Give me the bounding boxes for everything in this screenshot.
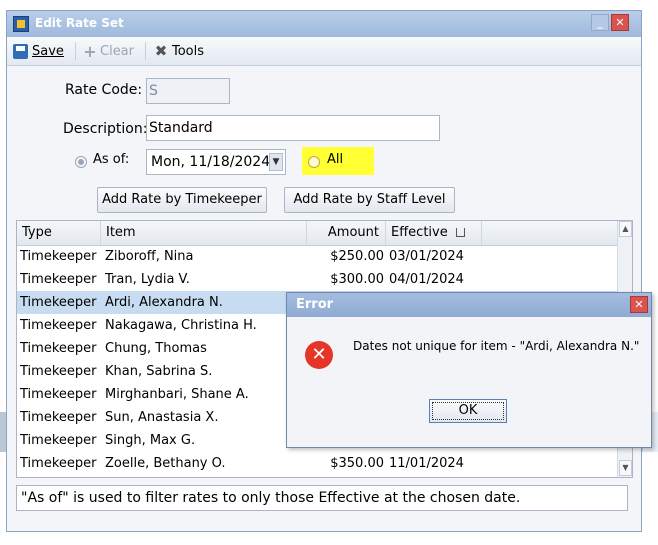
save-button[interactable]: Save bbox=[13, 40, 64, 62]
error-dialog: Error ✕ ✕ Dates not unique for item - "A… bbox=[286, 292, 652, 448]
cell-type: Timekeeper bbox=[20, 364, 97, 379]
description-label: Description: bbox=[63, 121, 148, 137]
window-titlebar: Edit Rate Set _ ✕ bbox=[7, 11, 641, 37]
background-app-strip bbox=[0, 0, 658, 10]
scroll-up-icon[interactable]: ▲ bbox=[619, 221, 632, 237]
toolbar: Save + Clear ✖ Tools bbox=[7, 37, 641, 66]
cell-item: Ziboroff, Nina bbox=[105, 249, 194, 264]
table-row[interactable]: Timekeeper Ziboroff, Nina $250.00 03/01/… bbox=[17, 245, 617, 268]
sort-icon bbox=[455, 228, 465, 237]
all-label: All bbox=[327, 152, 344, 167]
add-rate-by-staff-level-button[interactable]: Add Rate by Staff Level bbox=[284, 187, 455, 213]
minimize-button[interactable]: _ bbox=[591, 14, 609, 31]
cell-type: Timekeeper bbox=[20, 249, 97, 264]
cell-item: Singh, Max G. bbox=[105, 433, 196, 448]
as-of-date-picker[interactable]: Mon, 11/18/2024 ▼ bbox=[146, 149, 286, 175]
column-header-effective-label: Effective bbox=[391, 225, 448, 240]
column-header-effective[interactable]: Effective bbox=[386, 221, 482, 245]
toolbar-separator bbox=[145, 42, 146, 60]
ok-button[interactable]: OK bbox=[429, 399, 507, 423]
cell-type: Timekeeper bbox=[20, 410, 97, 425]
toolbar-separator bbox=[75, 42, 76, 60]
cell-type: Timekeeper bbox=[20, 272, 97, 287]
cell-item: Ardi, Alexandra N. bbox=[105, 295, 223, 310]
clear-button[interactable]: + Clear bbox=[83, 40, 134, 62]
error-dialog-title: Error bbox=[296, 297, 334, 312]
edit-rate-set-window: Edit Rate Set _ ✕ Save + Clear ✖ Tools R… bbox=[6, 10, 642, 532]
cell-type: Timekeeper bbox=[20, 387, 97, 402]
close-button[interactable]: ✕ bbox=[611, 14, 629, 31]
as-of-radio[interactable] bbox=[75, 156, 87, 168]
save-label: Save bbox=[32, 43, 64, 59]
tools-button[interactable]: ✖ Tools bbox=[153, 40, 204, 62]
window-title: Edit Rate Set bbox=[35, 16, 124, 30]
grid-header: Type Item Amount Effective bbox=[17, 221, 617, 246]
clear-label: Clear bbox=[100, 43, 134, 59]
error-dialog-close-button[interactable]: ✕ bbox=[630, 296, 648, 313]
column-header-item[interactable]: Item bbox=[101, 221, 307, 245]
error-dialog-titlebar: Error ✕ bbox=[287, 293, 651, 317]
column-header-amount[interactable]: Amount bbox=[307, 221, 386, 245]
cell-item: Zoelle, Bethany O. bbox=[105, 456, 226, 471]
cell-amount: $350.00 bbox=[330, 456, 384, 471]
as-of-label: As of: bbox=[93, 152, 130, 167]
description-field[interactable]: Standard bbox=[146, 115, 440, 141]
error-message: Dates not unique for item - "Ardi, Alexa… bbox=[353, 339, 640, 353]
app-icon bbox=[13, 16, 29, 32]
cell-amount: $300.00 bbox=[330, 272, 384, 287]
cell-type: Timekeeper bbox=[20, 456, 97, 471]
cell-type: Timekeeper bbox=[20, 341, 97, 356]
error-icon: ✕ bbox=[305, 341, 333, 369]
plus-icon: + bbox=[83, 41, 97, 61]
add-rate-by-timekeeper-button[interactable]: Add Rate by Timekeeper bbox=[97, 187, 267, 213]
cell-type: Timekeeper bbox=[20, 433, 97, 448]
rate-code-field[interactable]: S bbox=[146, 78, 230, 104]
all-radio[interactable] bbox=[308, 156, 320, 168]
cell-item: Chung, Thomas bbox=[105, 341, 207, 356]
cell-item: Tran, Lydia V. bbox=[105, 272, 190, 287]
cell-item: Khan, Sabrina S. bbox=[105, 364, 213, 379]
rate-code-label: Rate Code: bbox=[65, 82, 143, 98]
tools-icon: ✖ bbox=[154, 42, 168, 60]
cell-item: Nakagawa, Christina H. bbox=[105, 318, 257, 333]
cell-item: Mirghanbari, Shane A. bbox=[105, 387, 249, 402]
status-text: "As of" is used to filter rates to only … bbox=[16, 485, 628, 511]
cell-amount: $250.00 bbox=[330, 249, 384, 264]
cell-item: Sun, Anastasia X. bbox=[105, 410, 219, 425]
table-row[interactable]: Timekeeper Tran, Lydia V. $300.00 04/01/… bbox=[17, 268, 617, 291]
cell-type: Timekeeper bbox=[20, 318, 97, 333]
tools-label: Tools bbox=[172, 43, 205, 59]
cell-type: Timekeeper bbox=[20, 295, 97, 310]
cell-effective: 11/01/2024 bbox=[389, 456, 464, 471]
cell-effective: 04/01/2024 bbox=[389, 272, 464, 287]
cell-effective: 03/01/2024 bbox=[389, 249, 464, 264]
save-icon bbox=[13, 43, 28, 59]
column-header-type[interactable]: Type bbox=[17, 221, 101, 245]
scroll-down-icon[interactable]: ▼ bbox=[619, 460, 632, 476]
chevron-down-icon[interactable]: ▼ bbox=[269, 153, 283, 171]
as-of-date-value: Mon, 11/18/2024 bbox=[151, 154, 271, 170]
table-row[interactable]: Timekeeper Zoelle, Bethany O. $350.00 11… bbox=[17, 452, 617, 475]
